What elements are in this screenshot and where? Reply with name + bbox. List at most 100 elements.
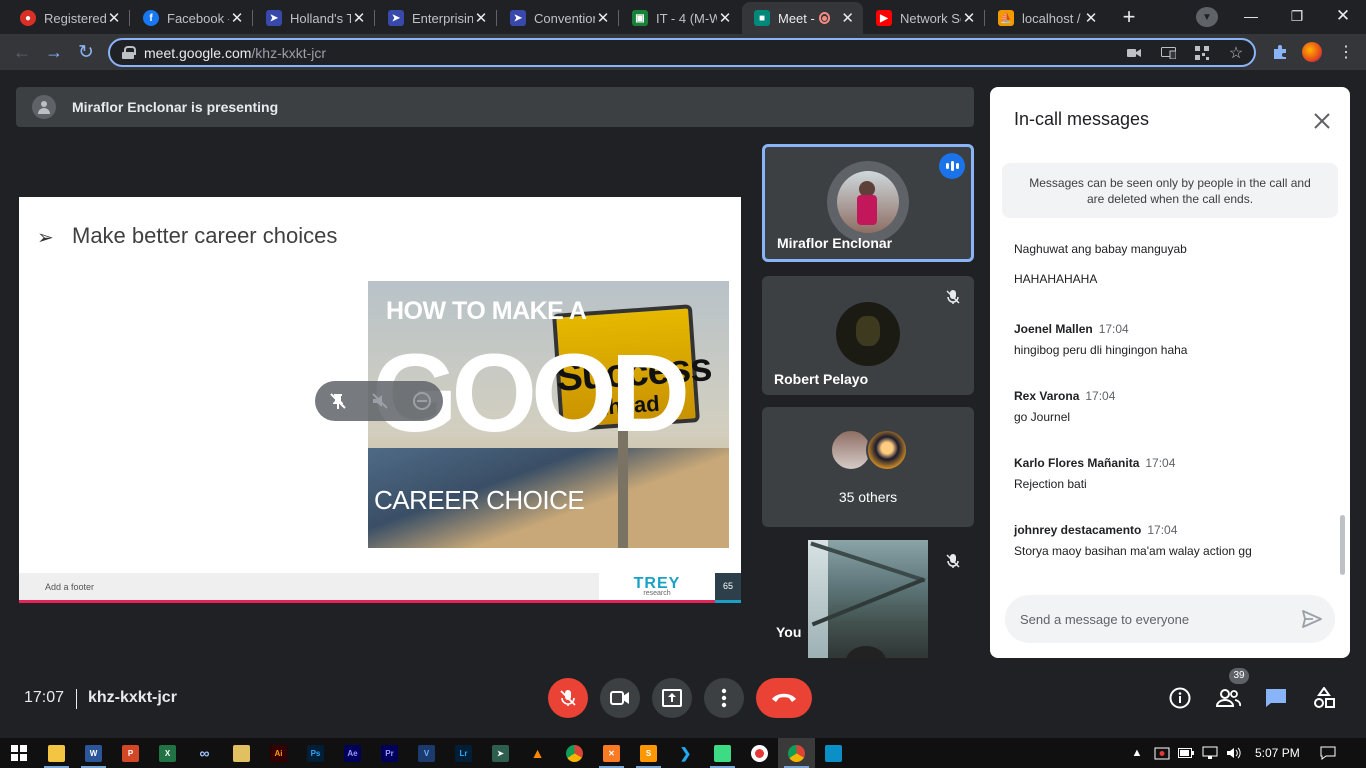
- network-icon[interactable]: [1201, 745, 1219, 761]
- browser-tab-classroom[interactable]: ▣ IT - 4 (M-W ✕: [620, 2, 741, 34]
- close-tab-icon[interactable]: ✕: [106, 9, 122, 27]
- present-now-button[interactable]: [652, 678, 692, 718]
- close-panel-icon[interactable]: [1308, 107, 1336, 135]
- participant-name: Robert Pelayo: [774, 371, 869, 387]
- vlc-icon[interactable]: ▲: [519, 738, 556, 768]
- premiere-icon[interactable]: Pr: [371, 738, 408, 768]
- start-windows-icon[interactable]: [0, 738, 37, 768]
- volume-icon[interactable]: [1225, 745, 1243, 761]
- message-input[interactable]: Send a message to everyone: [1005, 595, 1335, 643]
- chrome-active-icon[interactable]: [778, 738, 815, 768]
- participant-tile-miraflor[interactable]: Miraflor Enclonar: [762, 144, 974, 262]
- tab-title: Registered: [44, 10, 106, 26]
- message-sender: Karlo Flores Mañanita: [1014, 456, 1140, 470]
- battery-plug-icon[interactable]: [1177, 745, 1195, 761]
- show-hidden-icons-chevron-icon[interactable]: ▲: [1131, 745, 1143, 761]
- browser-menu-icon[interactable]: ⋮: [1336, 42, 1356, 62]
- participant-tile-others[interactable]: 35 others: [762, 407, 974, 527]
- minimize-icon[interactable]: —: [1228, 0, 1274, 32]
- tools-icon[interactable]: [223, 738, 260, 768]
- lock-icon[interactable]: [122, 46, 136, 59]
- message-text: hingibog peru dli hingingon haha: [1014, 343, 1188, 357]
- photos-icon[interactable]: [815, 738, 852, 768]
- people-icon[interactable]: [1215, 685, 1241, 711]
- qr-code-icon[interactable]: [1194, 45, 1210, 61]
- tab-search-chevron-icon[interactable]: ▼: [1196, 7, 1218, 27]
- more-options-button[interactable]: [704, 678, 744, 718]
- browser-tab-enterprising[interactable]: ➤ Enterprisin ✕: [376, 2, 497, 34]
- panel-title: In-call messages: [1014, 109, 1150, 129]
- vscode-icon[interactable]: ❯: [667, 738, 704, 768]
- powerpoint-icon[interactable]: P: [112, 738, 149, 768]
- browser-tab-facebook[interactable]: f Facebook - ✕: [131, 2, 253, 34]
- browser-tab-localhost[interactable]: ⛵ localhost / ✕: [986, 2, 1107, 34]
- browser-tab-conventional[interactable]: ➤ Convention ✕: [498, 2, 619, 34]
- record-icon[interactable]: [741, 738, 778, 768]
- browser-tab-meet[interactable]: ■ Meet - ✕: [742, 2, 863, 34]
- close-tab-icon[interactable]: ✕: [595, 9, 611, 27]
- participant-tile-you[interactable]: You: [762, 540, 974, 658]
- restore-icon[interactable]: ❐: [1274, 0, 1320, 32]
- remove-icon[interactable]: [409, 388, 435, 414]
- lightroom-icon[interactable]: Lr: [445, 738, 482, 768]
- back-arrow-icon[interactable]: ←: [10, 40, 34, 64]
- close-tab-icon[interactable]: ✕: [840, 9, 855, 27]
- address-bar[interactable]: meet.google.com/khz-kxkt-jcr ☆: [108, 38, 1256, 67]
- chrome-icon[interactable]: [556, 738, 593, 768]
- participant-tile-robert[interactable]: Robert Pelayo: [762, 276, 974, 395]
- leave-call-button[interactable]: [756, 678, 812, 718]
- slides-favicon-icon: ➤: [388, 10, 404, 26]
- meet-favicon-icon: ■: [754, 10, 770, 26]
- microphone-toggle-button[interactable]: [548, 678, 588, 718]
- browser-tab-youtube[interactable]: ▶ Network Se ✕: [864, 2, 985, 34]
- close-tab-icon[interactable]: ✕: [1083, 9, 1099, 27]
- participant-name: You: [776, 624, 802, 640]
- browser-tab-hollands[interactable]: ➤ Holland's T ✕: [254, 2, 375, 34]
- bookmark-star-icon[interactable]: ☆: [1228, 45, 1244, 62]
- unpin-icon[interactable]: [325, 388, 351, 414]
- sublime-text-icon[interactable]: S: [630, 738, 667, 768]
- arrow-app-icon[interactable]: ➤: [482, 738, 519, 768]
- xampp-icon[interactable]: ✕: [593, 738, 630, 768]
- close-tab-icon[interactable]: ✕: [717, 9, 733, 27]
- send-icon[interactable]: [1301, 608, 1323, 630]
- close-tab-icon[interactable]: ✕: [961, 9, 977, 27]
- close-tab-icon[interactable]: ✕: [351, 9, 367, 27]
- photoshop-icon[interactable]: Ps: [297, 738, 334, 768]
- cast-icon[interactable]: [1160, 45, 1176, 61]
- android-studio-icon[interactable]: [704, 738, 741, 768]
- visio-icon[interactable]: V: [408, 738, 445, 768]
- chat-scrollbar[interactable]: [1340, 515, 1345, 575]
- camera-toggle-button[interactable]: [600, 678, 640, 718]
- file-explorer-icon[interactable]: [38, 738, 75, 768]
- message-time: 17:04: [1098, 322, 1129, 336]
- chat-icon[interactable]: [1263, 685, 1289, 711]
- muted-mic-icon: [940, 284, 966, 310]
- extensions-puzzle-icon[interactable]: [1270, 42, 1290, 62]
- presenting-text: Miraflor Enclonar is presenting: [72, 99, 279, 115]
- illustrator-icon[interactable]: Ai: [260, 738, 297, 768]
- chat-notice: Messages can be seen only by people in t…: [1002, 163, 1338, 218]
- phpmyadmin-favicon-icon: ⛵: [998, 10, 1014, 26]
- infinity-icon[interactable]: ∞: [186, 738, 223, 768]
- browser-tab-registered[interactable]: ● Registered ✕: [8, 2, 130, 34]
- notifications-icon[interactable]: [1318, 745, 1338, 761]
- word-icon[interactable]: W: [75, 738, 112, 768]
- camera-in-use-icon[interactable]: [1126, 45, 1142, 61]
- mute-audio-icon[interactable]: [367, 388, 393, 414]
- new-tab-plus-icon[interactable]: +: [1115, 5, 1143, 29]
- self-camera-feed: [808, 540, 928, 658]
- close-tab-icon[interactable]: ✕: [229, 9, 245, 27]
- profile-avatar[interactable]: [1302, 42, 1322, 62]
- close-tab-icon[interactable]: ✕: [473, 9, 489, 27]
- close-window-icon[interactable]: ✕: [1320, 0, 1366, 32]
- excel-icon[interactable]: X: [149, 738, 186, 768]
- tab-separator: [496, 10, 497, 26]
- taskbar-clock[interactable]: 5:07 PM: [1255, 746, 1300, 760]
- forward-arrow-icon[interactable]: →: [42, 40, 66, 64]
- reload-icon[interactable]: ↻: [74, 40, 98, 64]
- meeting-details-icon[interactable]: [1167, 685, 1193, 711]
- after-effects-icon[interactable]: Ae: [334, 738, 371, 768]
- defender-icon[interactable]: [1153, 745, 1171, 761]
- activities-icon[interactable]: [1311, 685, 1337, 711]
